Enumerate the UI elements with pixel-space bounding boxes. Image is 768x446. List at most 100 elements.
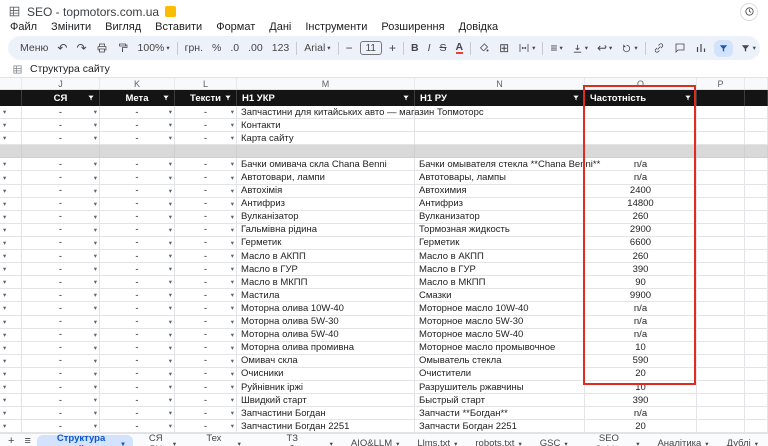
chevron-down-icon[interactable]: ▾ — [3, 318, 6, 326]
column-letter[interactable]: O — [585, 78, 697, 89]
sheet-tab[interactable]: Llms.txt ▾ — [409, 435, 465, 446]
chevron-down-icon[interactable]: ▾ — [121, 440, 124, 446]
chevron-down-icon[interactable]: ▾ — [3, 409, 6, 417]
chevron-down-icon[interactable]: ▾ — [169, 252, 172, 260]
cell-frequency[interactable]: 260 — [585, 210, 697, 224]
cell-extra[interactable] — [745, 171, 768, 185]
cell-h1-ukr[interactable]: Моторна олива 10W-40 — [237, 302, 415, 316]
cell-sya[interactable]: - ▾ — [22, 407, 100, 421]
cell-h1-ukr[interactable]: Герметик — [237, 236, 415, 251]
cell-frequency[interactable]: 14800 — [585, 197, 697, 211]
cell-p[interactable] — [697, 367, 745, 381]
insert-link-button[interactable] — [651, 42, 667, 54]
cell-sya[interactable]: - ▾ — [22, 289, 100, 303]
add-sheet-button[interactable]: + — [4, 435, 18, 446]
cell-sya[interactable]: - ▾ — [22, 354, 100, 368]
cell-meta[interactable]: - ▾ — [100, 119, 175, 133]
filter-views-button[interactable]: ▾ — [738, 43, 758, 54]
row-dropdown-cell[interactable]: ▾ — [0, 302, 22, 316]
cell-extra[interactable] — [745, 223, 768, 237]
chevron-down-icon[interactable]: ▾ — [3, 422, 6, 430]
cell-h1-ru[interactable]: Запчасти Богдан 2251 — [415, 420, 585, 434]
row-dropdown-cell[interactable]: ▾ — [0, 276, 22, 290]
cell-meta[interactable]: - ▾ — [100, 106, 175, 120]
chevron-down-icon[interactable]: ▾ — [3, 265, 6, 273]
chevron-down-icon[interactable]: ▾ — [3, 344, 6, 352]
chevron-down-icon[interactable]: ▾ — [3, 160, 6, 168]
cell-h1-ukr[interactable]: Гальмівна рідина — [237, 223, 415, 237]
cell-texts[interactable]: - ▾ — [175, 197, 237, 211]
cell-texts[interactable]: - ▾ — [175, 315, 237, 329]
chevron-down-icon[interactable]: ▾ — [169, 213, 172, 221]
cell-h1-ru[interactable]: Тормозная жидкость — [415, 223, 585, 237]
column-letter[interactable]: K — [100, 78, 175, 89]
cell-sya[interactable]: - ▾ — [22, 132, 100, 146]
cell-h1-ukr[interactable]: Вулканізатор — [237, 210, 415, 224]
row-dropdown-cell[interactable]: ▾ — [0, 394, 22, 408]
chevron-down-icon[interactable]: ▾ — [3, 239, 6, 247]
chevron-down-icon[interactable]: ▾ — [3, 187, 6, 195]
chevron-down-icon[interactable]: ▾ — [169, 200, 172, 208]
chevron-down-icon[interactable]: ▾ — [3, 174, 6, 182]
insert-chart-button[interactable] — [693, 42, 709, 54]
chevron-down-icon[interactable]: ▾ — [231, 344, 234, 352]
chevron-down-icon[interactable]: ▾ — [231, 304, 234, 312]
chevron-down-icon[interactable]: ▾ — [169, 383, 172, 391]
row-dropdown-cell[interactable]: ▾ — [0, 171, 22, 185]
column-letter[interactable]: L — [175, 78, 237, 89]
cell-h1-ukr[interactable] — [237, 145, 415, 159]
cell-texts[interactable]: - ▾ — [175, 289, 237, 303]
chevron-down-icon[interactable]: ▾ — [3, 331, 6, 339]
header-p[interactable] — [697, 90, 745, 106]
cell-meta[interactable]: - ▾ — [100, 223, 175, 237]
cell-p[interactable] — [697, 236, 745, 251]
cell-h1-ru[interactable]: Антифриз — [415, 197, 585, 211]
cell-p[interactable] — [697, 197, 745, 211]
cell-h1-ru[interactable]: Герметик — [415, 236, 585, 251]
cell-sya[interactable]: - ▾ — [22, 184, 100, 198]
cell-sya[interactable]: - ▾ — [22, 236, 100, 251]
menus-button[interactable]: Меню — [18, 42, 50, 54]
cell-p[interactable] — [697, 171, 745, 185]
filter-icon[interactable] — [402, 94, 410, 102]
cell-sya[interactable]: - ▾ — [22, 341, 100, 355]
cell-frequency[interactable] — [585, 145, 697, 159]
cell-extra[interactable] — [745, 250, 768, 264]
chevron-down-icon[interactable]: ▾ — [231, 252, 234, 260]
chevron-down-icon[interactable]: ▾ — [231, 265, 234, 273]
menu-item[interactable]: Формат — [216, 21, 255, 33]
row-dropdown-cell[interactable]: ▾ — [0, 210, 22, 224]
cell-texts[interactable]: - ▾ — [175, 276, 237, 290]
cell-h1-ru[interactable]: Разрушитель ржавчины — [415, 380, 585, 395]
row-dropdown-cell[interactable]: ▾ — [0, 289, 22, 303]
chevron-down-icon[interactable]: ▾ — [3, 304, 6, 312]
cell-extra[interactable] — [745, 380, 768, 395]
redo-button[interactable]: ↷ — [74, 41, 88, 55]
cell-p[interactable] — [697, 394, 745, 408]
menu-item[interactable]: Змінити — [51, 21, 91, 33]
cell-meta[interactable]: - ▾ — [100, 315, 175, 329]
cell-extra[interactable] — [745, 302, 768, 316]
chevron-down-icon[interactable]: ▾ — [169, 278, 172, 286]
column-letter[interactable]: P — [697, 78, 745, 89]
chevron-down-icon[interactable]: ▾ — [231, 134, 234, 142]
cell-h1-ukr[interactable]: Моторна олива промивна — [237, 341, 415, 355]
chevron-down-icon[interactable]: ▾ — [238, 440, 241, 446]
cell-frequency[interactable]: n/a — [585, 171, 697, 185]
menu-item[interactable]: Розширення — [381, 21, 444, 33]
row-dropdown-cell[interactable]: ▾ — [0, 341, 22, 355]
menu-item[interactable]: Вигляд — [105, 21, 141, 33]
cell-sya[interactable]: - ▾ — [22, 223, 100, 237]
chevron-down-icon[interactable]: ▾ — [94, 331, 97, 339]
cell-h1-ru[interactable]: Запчасти **Богдан** — [415, 407, 585, 421]
sheet-tab[interactable]: СЯ РУ▾ — [135, 433, 185, 446]
chevron-down-icon[interactable]: ▾ — [755, 440, 758, 446]
sheet-tab[interactable]: ТЗ розробникам▾ — [251, 433, 341, 446]
cell-meta[interactable]: - ▾ — [100, 407, 175, 421]
chevron-down-icon[interactable]: ▾ — [94, 396, 97, 404]
cell-h1-ru[interactable]: Бачки омывателя стекла **Chana Benni** — [415, 158, 600, 172]
cell-meta[interactable]: - ▾ — [100, 210, 175, 224]
increase-decimal-button[interactable]: .00 — [246, 42, 265, 54]
cell-p[interactable] — [697, 223, 745, 237]
cell-h1-ukr[interactable]: Мастила — [237, 289, 415, 303]
